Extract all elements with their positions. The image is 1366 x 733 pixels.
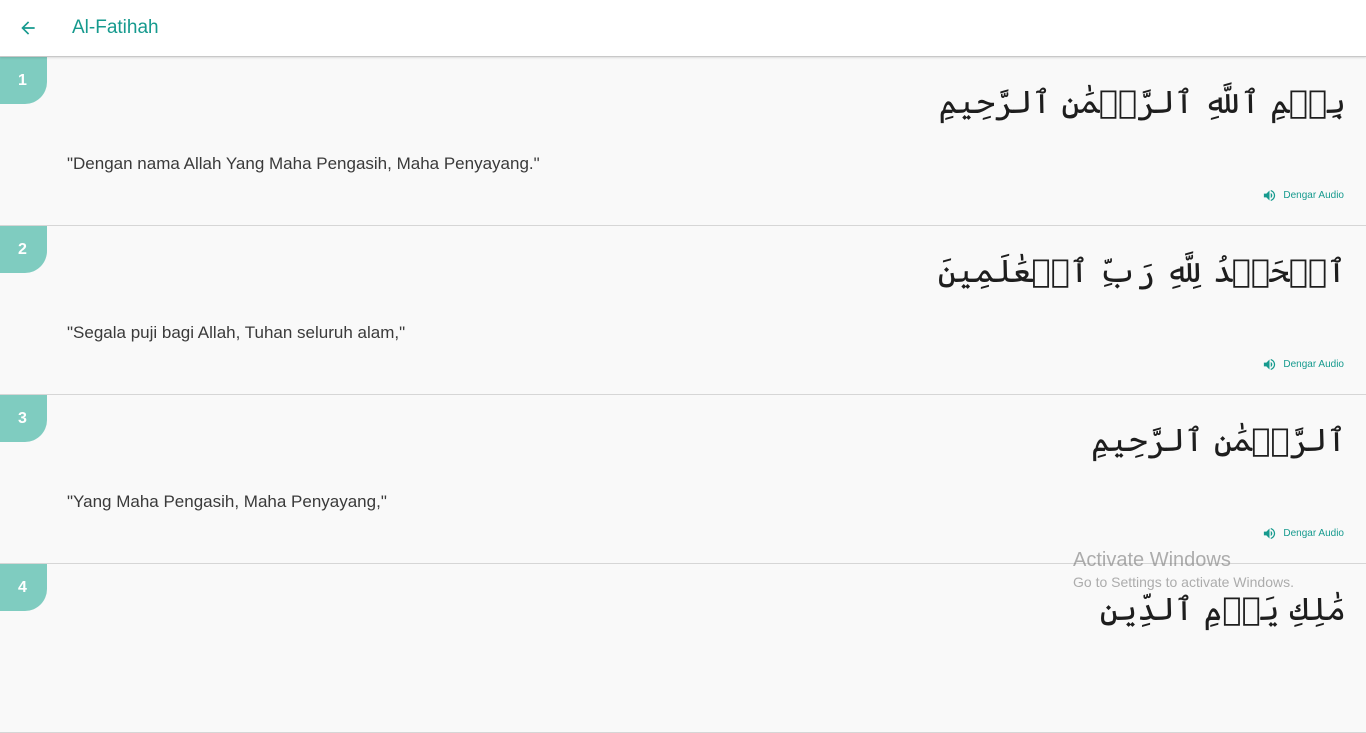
ayah-number-badge: 3 [0, 395, 47, 442]
ayah-item: 2 ٱلۡحَمۡدُ لِلَّهِ رَبِّ ٱلۡعَٰلَمِينَ … [0, 226, 1366, 395]
ayah-translation: "Dengan nama Allah Yang Maha Pengasih, M… [67, 154, 540, 173]
listen-audio-label: Dengar Audio [1283, 190, 1344, 201]
ayah-item: 3 ٱلرَّحۡمَٰنِ ٱلرَّحِيمِ "Yang Maha Pen… [0, 395, 1366, 564]
ayah-number-badge: 4 [0, 564, 47, 611]
ayah-translation: "Segala puji bagi Allah, Tuhan seluruh a… [67, 323, 406, 342]
listen-audio-button[interactable]: Dengar Audio [1262, 188, 1344, 203]
ayah-arabic-text: بِسۡمِ ٱللَّهِ ٱلرَّحۡمَٰنِ ٱلرَّحِيمِ [938, 83, 1346, 121]
volume-up-icon [1264, 528, 1276, 539]
volume-up-icon [1264, 359, 1276, 370]
app-bar: Al-Fatihah [0, 0, 1366, 57]
volume-up-icon [1264, 190, 1276, 201]
listen-audio-label: Dengar Audio [1283, 528, 1344, 539]
listen-audio-button[interactable]: Dengar Audio [1262, 526, 1344, 541]
ayah-item: 4 مَٰلِكِ يَوۡمِ ٱلدِّينِ [0, 564, 1366, 733]
page-title: Al-Fatihah [72, 17, 159, 38]
ayah-arabic-text: ٱلرَّحۡمَٰنِ ٱلرَّحِيمِ [1091, 421, 1346, 459]
ayah-arabic-text: مَٰلِكِ يَوۡمِ ٱلدِّينِ [1099, 590, 1346, 628]
ayah-list[interactable]: 1 بِسۡمِ ٱللَّهِ ٱلرَّحۡمَٰنِ ٱلرَّحِيمِ… [0, 57, 1366, 733]
ayah-translation: "Yang Maha Pengasih, Maha Penyayang," [67, 492, 387, 511]
listen-audio-label: Dengar Audio [1283, 359, 1344, 370]
back-button[interactable] [14, 14, 42, 42]
arrow-left-icon [21, 21, 35, 35]
ayah-number-badge: 2 [0, 226, 47, 273]
listen-audio-button[interactable]: Dengar Audio [1262, 357, 1344, 372]
ayah-arabic-text: ٱلۡحَمۡدُ لِلَّهِ رَبِّ ٱلۡعَٰلَمِينَ [937, 252, 1346, 290]
ayah-number-badge: 1 [0, 57, 47, 104]
ayah-item: 1 بِسۡمِ ٱللَّهِ ٱلرَّحۡمَٰنِ ٱلرَّحِيمِ… [0, 57, 1366, 226]
